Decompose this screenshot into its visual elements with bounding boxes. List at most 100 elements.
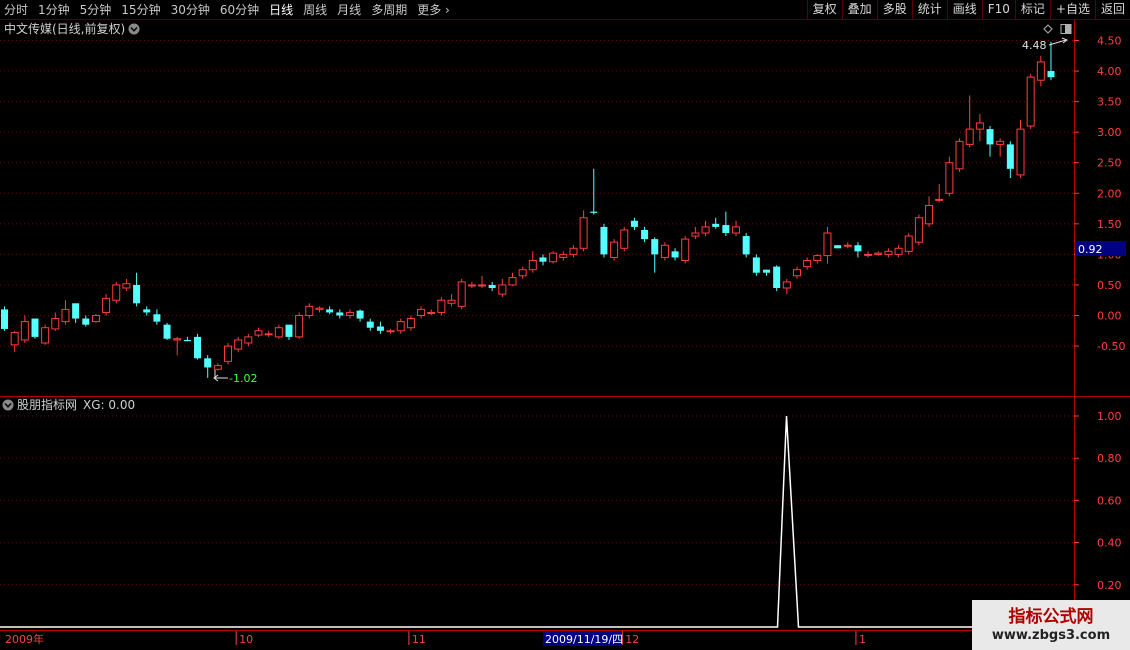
- price-tick-label: -0.50: [1097, 340, 1125, 353]
- candle-body-up: [518, 269, 527, 277]
- candle-body-up: [549, 252, 558, 263]
- low-annotation: -1.02: [213, 370, 257, 385]
- time-tick-label: 11: [412, 633, 426, 646]
- candle-body-down: [326, 309, 334, 313]
- candle-body-up: [975, 122, 984, 130]
- xg-indicator-line: [0, 415, 1074, 628]
- candle-body-up: [579, 217, 588, 249]
- price-tick-label: 3.50: [1097, 96, 1122, 109]
- candle-body-down: [133, 284, 141, 304]
- candle-body-down: [651, 239, 659, 255]
- price-tick-label: 4.50: [1097, 35, 1122, 48]
- candle-body-up: [447, 299, 456, 304]
- candle-body-up: [620, 229, 629, 249]
- candle-body-up: [386, 330, 395, 333]
- candle-body-up: [904, 235, 913, 252]
- indicator-tick-label: 0.80: [1097, 452, 1122, 465]
- candle-body-up: [925, 205, 934, 225]
- candle-body-up: [823, 232, 832, 257]
- indicator-value-axis: 1.00 0.80 0.60 0.40 0.20: [1074, 410, 1122, 592]
- time-axis: 2009年 10 11 12 1: [5, 631, 866, 646]
- candle-body-up: [467, 284, 476, 287]
- candle-body-up: [498, 284, 507, 295]
- price-tick-label: 1.50: [1097, 218, 1122, 231]
- candle-body-down: [183, 339, 191, 342]
- candle-body-up: [91, 315, 100, 323]
- candle-body-down: [773, 266, 781, 289]
- price-tick-label: 0.00: [1097, 310, 1122, 323]
- indicator-tick-label: 1.00: [1097, 410, 1122, 423]
- candle-body-up: [478, 284, 487, 287]
- candle-body-down: [742, 236, 750, 255]
- candle-body-down: [82, 318, 90, 325]
- watermark-title: 指标公式网: [1008, 606, 1094, 627]
- candle-body-up: [701, 226, 710, 234]
- candle-body-up: [610, 241, 619, 258]
- candle-body-down: [143, 309, 151, 313]
- high-price-label: 4.48: [1022, 39, 1047, 52]
- time-tick-label: 10: [239, 633, 253, 646]
- price-tick-label: 2.00: [1097, 187, 1122, 200]
- time-tick-label: 1: [859, 633, 866, 646]
- candle-body-up: [884, 250, 893, 255]
- candle-body-up: [102, 297, 111, 313]
- candle-body-down: [1, 309, 8, 329]
- candle-body-up: [305, 305, 314, 316]
- candle-body-down: [763, 269, 770, 273]
- price-tick-label: 3.00: [1097, 126, 1122, 139]
- main-price-axis: 4.504.003.503.002.502.001.501.000.500.00…: [1074, 35, 1125, 353]
- candle-body-up: [1026, 76, 1035, 127]
- window-icon[interactable]: [1060, 24, 1072, 34]
- candle-body-up: [864, 253, 873, 256]
- candle-body-up: [569, 247, 578, 255]
- main-panel-title: 中文传媒(日线,前复权): [4, 21, 125, 36]
- candle-body-down: [539, 257, 547, 262]
- candle-body-up: [406, 318, 415, 329]
- candle-body-up: [427, 311, 436, 314]
- candle-body-down: [1047, 71, 1055, 78]
- price-tick-label: 2.50: [1097, 157, 1122, 170]
- candle-body-up: [122, 283, 131, 289]
- candle-body-up: [559, 253, 568, 258]
- candle-body-down: [641, 229, 649, 240]
- candle-body-up: [41, 327, 50, 344]
- candle-body-up: [61, 308, 70, 323]
- candle-body-down: [630, 220, 638, 227]
- candle-body-up: [274, 327, 283, 338]
- time-tick-label: 2009年: [5, 632, 44, 646]
- cursor-date: 2009/11/19/四: [545, 633, 623, 646]
- candle-body-down: [671, 251, 679, 258]
- candle-body-up: [996, 140, 1005, 145]
- candle-body-up: [782, 281, 791, 289]
- indicator-tick-label: 0.40: [1097, 537, 1122, 550]
- candle-body-down: [336, 312, 344, 316]
- indicator-tick-label: 0.60: [1097, 494, 1122, 507]
- candle-body-up: [345, 311, 354, 316]
- chart-canvas[interactable]: 中文传媒(日线,前复权) 4.50 4.00 3.50 3.00 2.50 2.00 1.5…: [0, 0, 1130, 650]
- candle-body-down: [285, 324, 293, 337]
- candle-body-down: [834, 245, 842, 249]
- candle-body-down: [1006, 144, 1014, 169]
- candle-body-up: [244, 336, 253, 344]
- candle-body-down: [712, 223, 720, 227]
- chevron-down-circle-icon[interactable]: [2, 399, 14, 411]
- candle-body-down: [752, 257, 760, 273]
- candle-body-up: [173, 338, 182, 341]
- candle-body-up: [935, 198, 944, 201]
- watermark-url: www.zbgs3.com: [991, 627, 1111, 643]
- candle-body-up: [945, 162, 954, 194]
- chevron-down-circle-icon[interactable]: [128, 23, 140, 35]
- candle-body-up: [437, 299, 446, 313]
- candle-body-down: [153, 314, 161, 322]
- candle-body-up: [803, 260, 812, 268]
- candle-body-up: [396, 321, 405, 332]
- diamond-icon[interactable]: [1043, 24, 1053, 34]
- candle-body-up: [792, 269, 801, 277]
- candle-body-up: [508, 277, 517, 286]
- price-tick-label: 0.50: [1097, 279, 1122, 292]
- indicator-panel-title: 股朋指标网: [17, 397, 77, 412]
- candle-body-up: [112, 284, 121, 301]
- candle-body-up: [965, 128, 974, 145]
- candle-body-up: [955, 140, 964, 170]
- candle-body-up: [732, 226, 741, 234]
